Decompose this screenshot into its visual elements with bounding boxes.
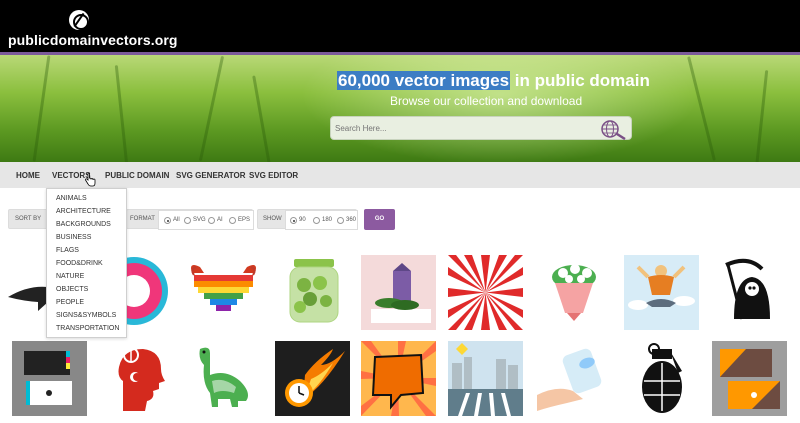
grass-blade: [32, 55, 51, 162]
thumbnail-comic-speech-bubble[interactable]: [361, 341, 436, 416]
thumbnail-peace-turkey-profile[interactable]: [99, 341, 174, 416]
thumbnail-green-jar[interactable]: [276, 255, 351, 330]
thumbnail-meditating-man[interactable]: [624, 255, 699, 330]
format-radio-ai[interactable]: [208, 217, 215, 224]
search-globe-icon[interactable]: [599, 118, 629, 141]
vectors-dropdown-menu: ANIMALS ARCHITECTURE BACKGROUNDS BUSINES…: [46, 188, 127, 338]
dropdown-item-food-drink[interactable]: FOOD&DRINK: [56, 260, 103, 267]
show-filter: SHOW 90 180 360: [257, 209, 358, 230]
thumbnail-hand-grenade[interactable]: [624, 341, 699, 416]
nav-svg-generator[interactable]: SVG GENERATOR: [176, 171, 246, 180]
grass-blade: [252, 75, 271, 162]
main-nav: HOME VECTORS PUBLIC DOMAIN SVG GENERATOR…: [0, 162, 800, 188]
format-radio-all[interactable]: [164, 217, 171, 224]
show-option-360: 360: [346, 217, 357, 223]
nav-home[interactable]: HOME: [16, 171, 40, 180]
dropdown-item-animals[interactable]: ANIMALS: [56, 195, 87, 202]
show-label: SHOW: [263, 216, 282, 222]
top-bar: publicdomainvectors.org: [0, 0, 800, 55]
site-logo-text[interactable]: publicdomainvectors.org: [8, 32, 178, 48]
show-radio-90[interactable]: [290, 217, 297, 224]
thumbnail-flower-bouquet[interactable]: [537, 255, 612, 330]
thumbnail-business-cards-cmyk[interactable]: [12, 341, 87, 416]
show-radio-180[interactable]: [313, 217, 320, 224]
hero-title: 60,000 vector images in public domain: [337, 71, 650, 91]
thumbnail-milk-carton-cucumber[interactable]: [361, 255, 436, 330]
show-option-180: 180: [322, 217, 333, 223]
hero-banner: 60,000 vector images in public domain Br…: [0, 55, 800, 162]
format-option-ai: AI: [217, 217, 223, 223]
grass-blade: [198, 55, 225, 162]
search-box: [330, 116, 632, 141]
search-input[interactable]: [335, 120, 585, 137]
public-domain-logo-icon[interactable]: [69, 10, 89, 30]
dropdown-item-backgrounds[interactable]: BACKGROUNDS: [56, 221, 111, 228]
thumbnail-green-dinosaur[interactable]: [186, 341, 261, 416]
show-option-90: 90: [299, 217, 306, 223]
format-options: All SVG AI EPS: [158, 210, 254, 230]
hand-cursor-icon: [84, 172, 96, 187]
dropdown-item-objects[interactable]: OBJECTS: [56, 286, 88, 293]
dropdown-item-transportation[interactable]: TRANSPORTATION: [56, 325, 119, 332]
nav-public-domain[interactable]: PUBLIC DOMAIN: [105, 171, 169, 180]
thumbnail-pedestrian-crossing[interactable]: [448, 341, 523, 416]
thumbnail-rainbow-heart[interactable]: [186, 255, 261, 330]
thumbnail-flaming-clock[interactable]: [275, 341, 350, 416]
thumbnail-toilet-paper-hand[interactable]: [537, 341, 612, 416]
format-radio-svg[interactable]: [184, 217, 191, 224]
grass-blade: [114, 65, 129, 162]
thumbnail-red-sunburst[interactable]: [448, 255, 523, 330]
go-button[interactable]: GO: [364, 209, 395, 230]
format-option-all: All: [173, 217, 180, 223]
format-option-svg: SVG: [193, 217, 206, 223]
hero-title-highlight: 60,000 vector images: [337, 71, 511, 90]
grass-blade: [754, 70, 769, 162]
thumbnail-orange-business-cards[interactable]: [712, 341, 787, 416]
show-radio-360[interactable]: [337, 217, 344, 224]
dropdown-item-nature[interactable]: NATURE: [56, 273, 84, 280]
show-options: 90 180 360: [285, 210, 358, 230]
dropdown-item-architecture[interactable]: ARCHITECTURE: [56, 208, 111, 215]
dropdown-item-business[interactable]: BUSINESS: [56, 234, 91, 241]
nav-svg-editor[interactable]: SVG EDITOR: [249, 171, 298, 180]
format-radio-eps[interactable]: [229, 217, 236, 224]
hero-subtitle: Browse our collection and download: [390, 94, 583, 108]
format-filter: FORMAT All SVG AI EPS: [126, 209, 254, 230]
thumbnail-grim-reaper[interactable]: [712, 255, 787, 330]
hero-title-rest: in public domain: [510, 71, 650, 90]
dropdown-item-signs-symbols[interactable]: SIGNS&SYMBOLS: [56, 312, 116, 319]
dropdown-item-flags[interactable]: FLAGS: [56, 247, 79, 254]
dropdown-item-people[interactable]: PEOPLE: [56, 299, 84, 306]
sort-by-label: SORT BY: [15, 216, 42, 222]
format-label: FORMAT: [130, 216, 155, 222]
format-option-eps: EPS: [238, 217, 251, 223]
